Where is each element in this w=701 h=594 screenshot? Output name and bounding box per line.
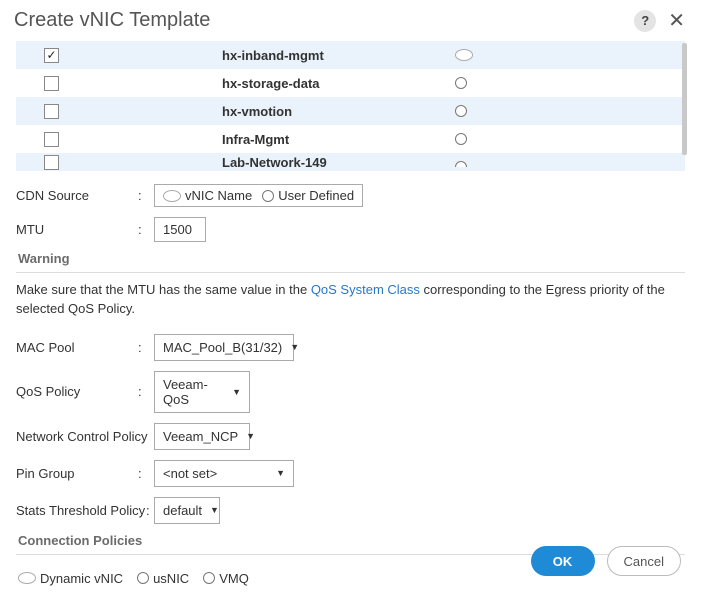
radio-icon [203,572,215,584]
vlan-checkbox[interactable] [44,104,59,119]
ncp-select[interactable]: Veeam_NCP ▼ [154,423,250,450]
native-vlan-radio[interactable] [455,49,473,61]
mtu-input[interactable] [154,217,206,242]
table-row: hx-vmotion [16,97,685,125]
pin-group-select[interactable]: <not set> ▼ [154,460,294,487]
warning-text: Make sure that the MTU has the same valu… [16,281,685,319]
chevron-down-icon: ▼ [246,431,255,441]
chevron-down-icon: ▼ [290,342,299,352]
vlan-table: hx-inband-mgmt hx-storage-data hx-vmotio… [16,41,685,171]
cdn-source-row: CDN Source : vNIC Name User Defined [16,179,685,212]
scrollbar-thumb[interactable] [682,43,687,155]
mtu-label: MTU [16,222,138,237]
qos-system-class-link[interactable]: QoS System Class [311,282,420,297]
chevron-down-icon: ▼ [210,505,219,515]
mac-pool-select[interactable]: MAC_Pool_B(31/32) ▼ [154,334,294,361]
close-icon[interactable]: ✕ [666,8,687,33]
table-row: hx-inband-mgmt [16,41,685,69]
native-vlan-radio[interactable] [455,77,467,89]
ncp-label: Network Control Policy [16,429,154,444]
cdn-user-defined-radio[interactable]: User Defined [262,188,354,203]
stats-threshold-select[interactable]: default ▼ [154,497,220,524]
radio-icon [137,572,149,584]
vmq-radio[interactable]: VMQ [203,571,249,586]
native-vlan-radio[interactable] [455,105,467,117]
vlan-checkbox[interactable] [44,155,59,170]
vlan-name: Lab-Network-149 [82,155,455,171]
stats-threshold-row: Stats Threshold Policy : default ▼ [16,492,685,529]
vlan-checkbox[interactable] [44,132,59,147]
mac-pool-row: MAC Pool : MAC_Pool_B(31/32) ▼ [16,329,685,366]
vlan-name: hx-storage-data [82,76,455,91]
qos-policy-select[interactable]: Veeam-QoS ▼ [154,371,250,413]
qos-policy-label: QoS Policy [16,384,138,399]
chevron-down-icon: ▼ [276,468,285,478]
ncp-row: Network Control Policy : Veeam_NCP ▼ [16,418,685,455]
vlan-checkbox[interactable] [44,76,59,91]
cdn-source-label: CDN Source [16,188,138,203]
native-vlan-radio[interactable] [455,161,467,171]
table-row: hx-storage-data [16,69,685,97]
table-row: Infra-Mgmt [16,125,685,153]
dialog-header: Create vNIC Template ? ✕ [0,0,701,41]
qos-policy-row: QoS Policy : Veeam-QoS ▼ [16,366,685,418]
warning-heading: Warning [16,247,685,270]
vlan-name: hx-vmotion [82,104,455,119]
dialog-footer: OK Cancel [531,546,681,576]
chevron-down-icon: ▼ [232,387,241,397]
native-vlan-radio[interactable] [455,133,467,145]
help-icon[interactable]: ? [634,10,656,32]
radio-icon [163,190,181,202]
radio-icon [18,572,36,584]
stats-threshold-label: Stats Threshold Policy [16,503,146,518]
vlan-name: Infra-Mgmt [82,132,455,147]
dialog-body: hx-inband-mgmt hx-storage-data hx-vmotio… [0,41,701,594]
dynamic-vnic-radio[interactable]: Dynamic vNIC [18,571,123,586]
vlan-checkbox[interactable] [44,48,59,63]
cancel-button[interactable]: Cancel [607,546,681,576]
cdn-vnic-name-radio[interactable]: vNIC Name [163,188,252,203]
header-actions: ? ✕ [634,8,687,33]
table-row: Lab-Network-149 [16,153,685,171]
pin-group-label: Pin Group [16,466,138,481]
usnic-radio[interactable]: usNIC [137,571,189,586]
ok-button[interactable]: OK [531,546,595,576]
page-title: Create vNIC Template [14,9,210,32]
divider [16,272,685,273]
pin-group-row: Pin Group : <not set> ▼ [16,455,685,492]
mac-pool-label: MAC Pool [16,340,138,355]
mtu-row: MTU : [16,212,685,247]
cdn-source-options: vNIC Name User Defined [154,184,363,207]
vlan-name: hx-inband-mgmt [82,48,455,63]
radio-icon [262,190,274,202]
